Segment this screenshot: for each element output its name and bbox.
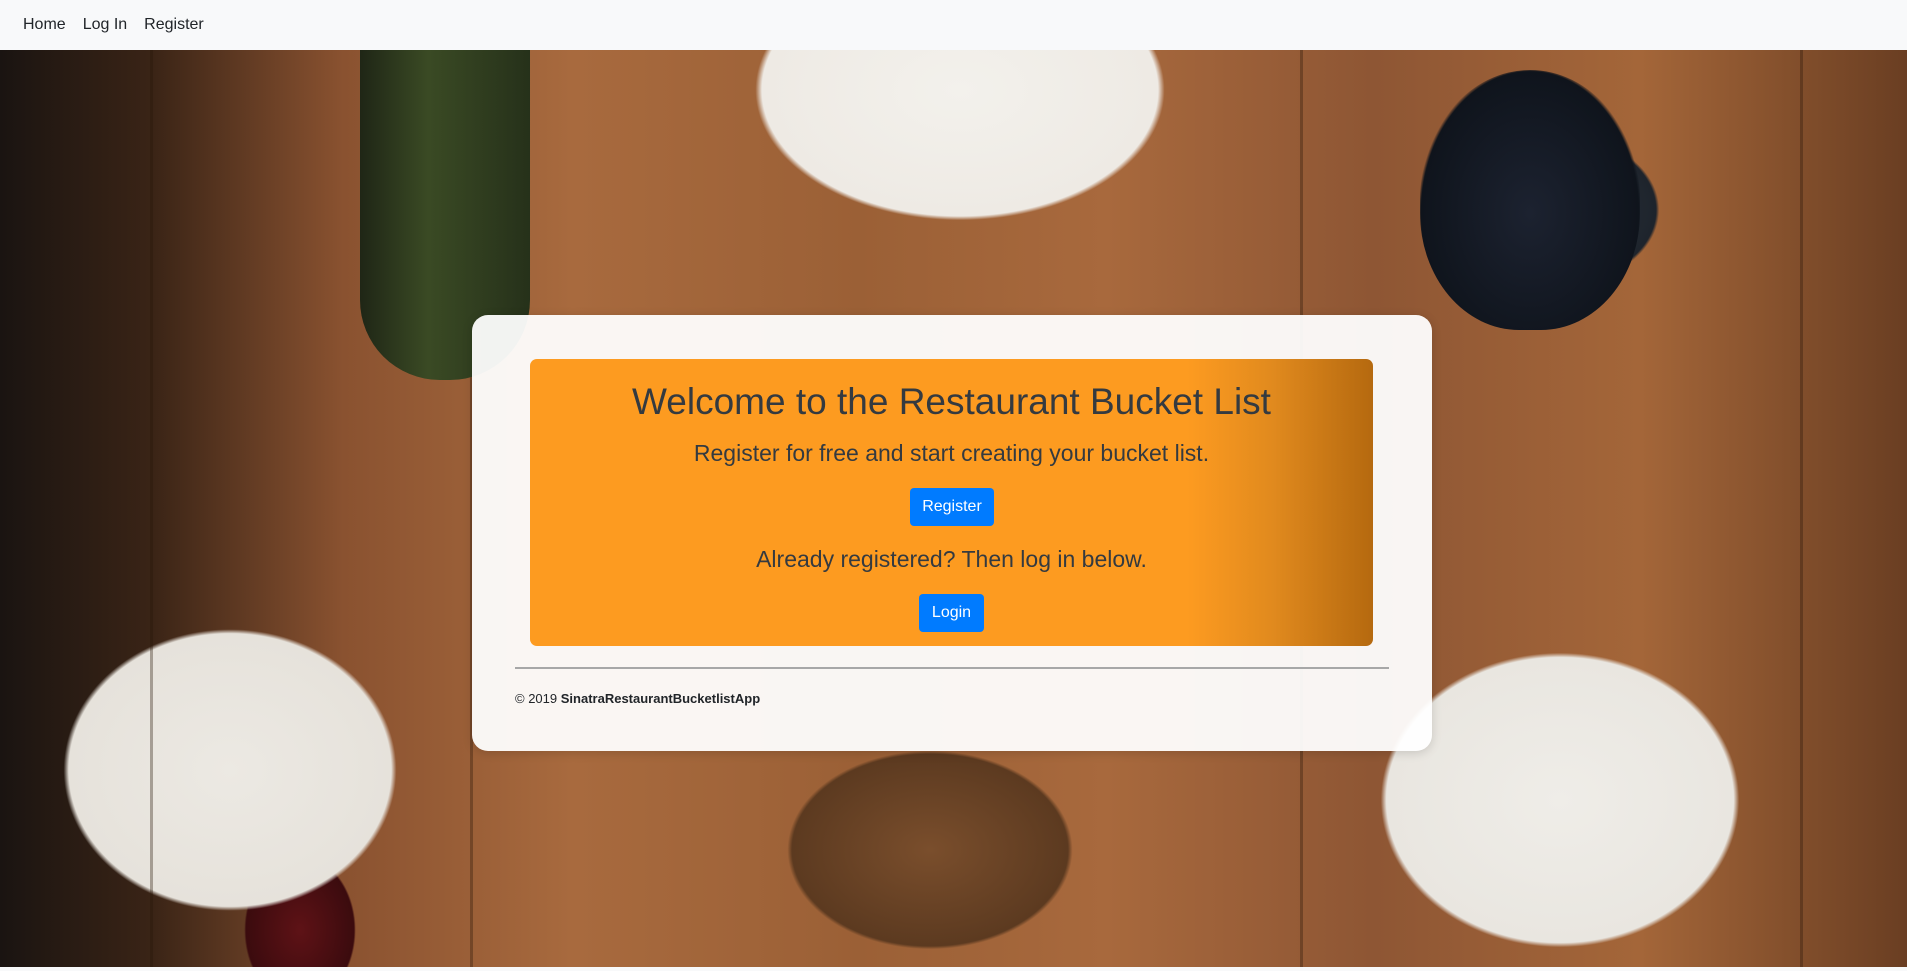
footer-divider bbox=[515, 667, 1389, 669]
nav-home-link[interactable]: Home bbox=[23, 16, 66, 34]
nav-login-link[interactable]: Log In bbox=[83, 16, 127, 34]
top-navbar: Home Log In Register bbox=[0, 0, 1907, 50]
login-lead-text: Already registered? Then log in below. bbox=[756, 546, 1147, 572]
register-button[interactable]: Register bbox=[910, 488, 994, 526]
register-lead-text: Register for free and start creating you… bbox=[693, 440, 1210, 466]
welcome-card: Welcome to the Restaurant Bucket List Re… bbox=[472, 315, 1432, 751]
wine-glass-image bbox=[1420, 70, 1640, 330]
nav-register-link[interactable]: Register bbox=[144, 16, 204, 34]
footer-app-name: SinatraRestaurantBucketlistApp bbox=[560, 691, 761, 706]
welcome-jumbotron: Welcome to the Restaurant Bucket List Re… bbox=[530, 359, 1373, 646]
login-button[interactable]: Login bbox=[919, 594, 984, 632]
table-plank-line bbox=[1800, 50, 1803, 967]
copyright-text: © 2019 bbox=[515, 691, 558, 706]
footer: © 2019 SinatraRestaurantBucketlistApp bbox=[515, 691, 760, 706]
page-title: Welcome to the Restaurant Bucket List bbox=[632, 381, 1271, 422]
table-plank-line bbox=[150, 50, 153, 967]
